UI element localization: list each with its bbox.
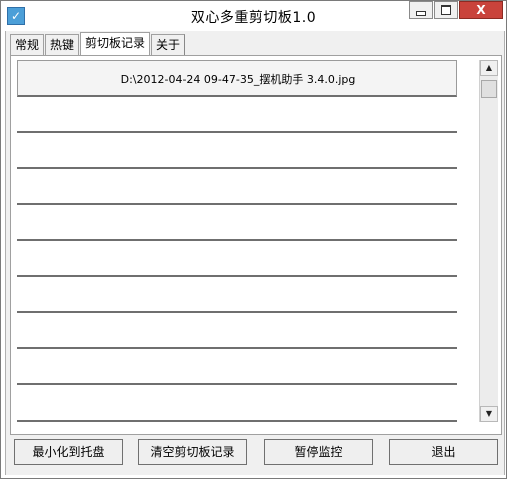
tab-hotkeys[interactable]: 热键	[45, 34, 80, 55]
history-item[interactable]: D:\2012-04-24 09-47-35_摆机助手 3.4.0.jpg	[17, 60, 457, 97]
history-item-label: D:\2012-04-24 09-47-35_摆机助手 3.4.0.jpg	[120, 73, 356, 86]
close-icon: X	[476, 3, 486, 17]
history-item[interactable]	[17, 240, 457, 277]
scroll-up-button[interactable]: ▲	[480, 60, 498, 76]
title-bar[interactable]: ✓ 双心多重剪切板1.0 X	[1, 1, 506, 31]
history-item[interactable]	[17, 312, 457, 349]
close-button[interactable]: X	[459, 1, 503, 19]
exit-button[interactable]: 退出	[389, 439, 498, 465]
history-item[interactable]	[17, 348, 457, 385]
history-item[interactable]	[17, 96, 457, 133]
client-area: 常规 热键 剪切板记录 关于 D:\2012-04-24 09-47-35_摆机…	[5, 31, 505, 475]
action-bar: 最小化到托盘 清空剪切板记录 暂停监控 退出	[10, 433, 500, 467]
tab-general[interactable]: 常规	[10, 34, 45, 55]
tab-strip: 常规 热键 剪切板记录 关于	[10, 32, 186, 55]
caption-buttons: X	[408, 1, 503, 21]
minimize-to-tray-button[interactable]: 最小化到托盘	[14, 439, 123, 465]
main-window: ✓ 双心多重剪切板1.0 X 常规 热键 剪切板记录 关于 D:\2012-04…	[0, 0, 507, 479]
history-list: D:\2012-04-24 09-47-35_摆机助手 3.4.0.jpg	[17, 60, 457, 422]
minimize-button[interactable]	[409, 1, 433, 19]
history-item[interactable]	[17, 132, 457, 169]
chevron-up-icon: ▲	[485, 63, 493, 72]
maximize-button[interactable]	[434, 1, 458, 19]
clear-history-button[interactable]: 清空剪切板记录	[138, 439, 247, 465]
tab-clipboard-history[interactable]: 剪切板记录	[80, 32, 151, 55]
maximize-icon	[441, 5, 451, 15]
history-scrollbar[interactable]: ▲ ▼	[479, 60, 498, 422]
scroll-down-button[interactable]: ▼	[480, 406, 498, 422]
pause-monitor-button[interactable]: 暂停监控	[264, 439, 373, 465]
chevron-down-icon: ▼	[485, 409, 493, 418]
scroll-thumb[interactable]	[481, 80, 497, 98]
tab-about[interactable]: 关于	[151, 34, 186, 55]
history-item[interactable]	[17, 384, 457, 422]
history-item[interactable]	[17, 168, 457, 205]
tab-panel-clipboard-history: D:\2012-04-24 09-47-35_摆机助手 3.4.0.jpg ▲ …	[10, 55, 502, 435]
minimize-icon	[416, 10, 426, 16]
history-item[interactable]	[17, 276, 457, 313]
history-item[interactable]	[17, 204, 457, 241]
